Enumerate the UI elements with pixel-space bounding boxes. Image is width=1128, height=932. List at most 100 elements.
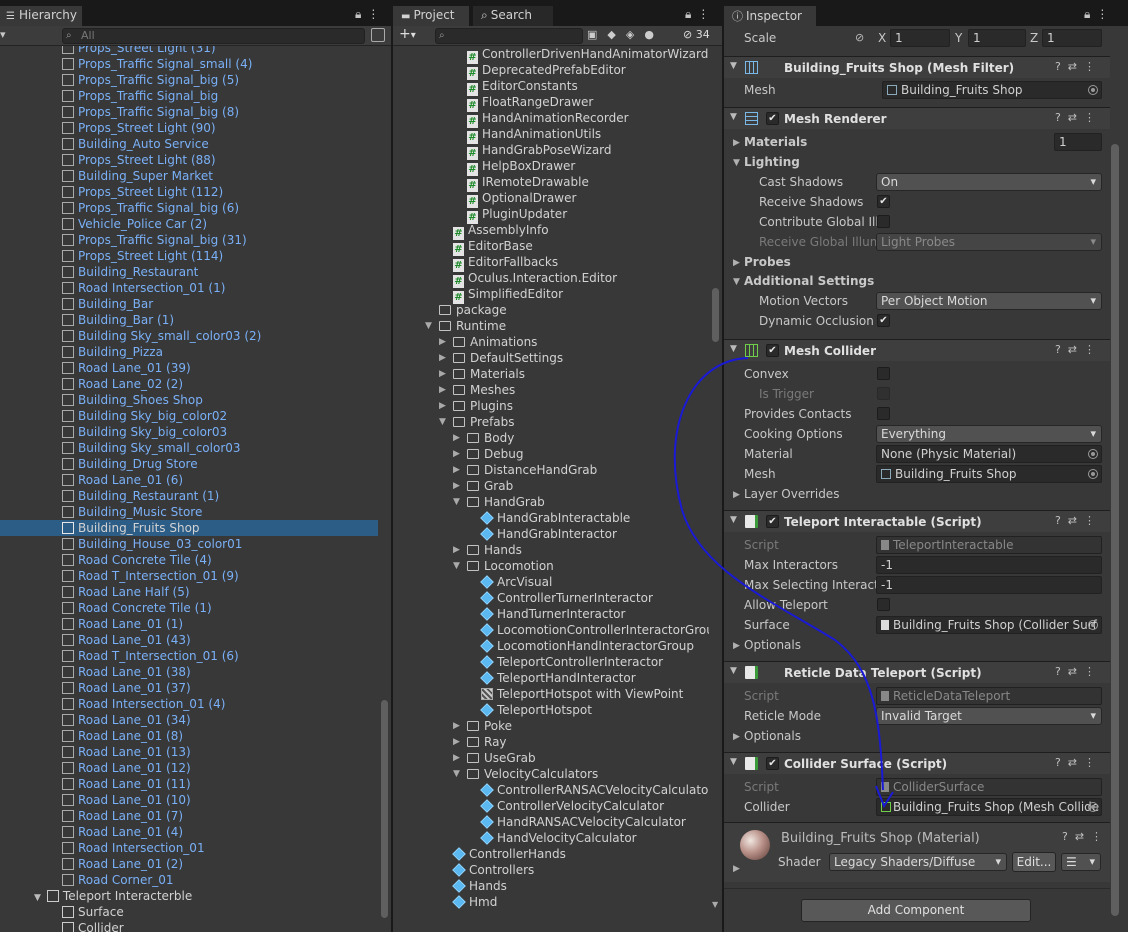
project-item[interactable]: ▶ Plugins bbox=[393, 398, 709, 414]
hierarchy-item[interactable]: Road Lane_01 (38) bbox=[0, 664, 378, 680]
component-actions[interactable]: ?⇄⋮ bbox=[1055, 343, 1102, 356]
collapse-arrow-icon[interactable]: ▼ bbox=[730, 344, 737, 354]
hierarchy-item[interactable]: Road Lane_01 (43) bbox=[0, 632, 378, 648]
expand-arrow-icon[interactable]: ▶ bbox=[453, 734, 460, 750]
hierarchy-item[interactable]: Road Lane_01 (11) bbox=[0, 776, 378, 792]
hierarchy-item[interactable]: Building_Fruits Shop bbox=[0, 520, 378, 536]
scale-x-field[interactable]: 1 bbox=[890, 29, 950, 47]
inspector-scrollbar[interactable] bbox=[1111, 144, 1119, 916]
more-icon[interactable]: ⋮ bbox=[697, 7, 715, 21]
lock-icon[interactable]: 🔒︎ bbox=[1084, 7, 1096, 21]
hierarchy-item[interactable]: Building_Restaurant bbox=[0, 264, 378, 280]
alert-icon[interactable]: ● bbox=[644, 28, 664, 41]
hierarchy-item[interactable]: Props_Traffic Signal_big (5) bbox=[0, 72, 378, 88]
hierarchy-item[interactable]: Building Sky_big_color02 bbox=[0, 408, 378, 424]
project-item[interactable]: ▼ Prefabs bbox=[393, 414, 709, 430]
cooking-options-dropdown[interactable]: Everything bbox=[876, 425, 1102, 443]
project-item[interactable]: # EditorBase bbox=[393, 238, 709, 256]
project-item[interactable]: ArcVisual bbox=[393, 574, 709, 590]
component-actions[interactable]: ?⇄⋮ bbox=[1055, 756, 1102, 769]
hierarchy-item[interactable]: Props_Street Light (90) bbox=[0, 120, 378, 136]
expand-arrow-icon[interactable]: ▶ bbox=[453, 430, 460, 446]
hierarchy-item[interactable]: Road Intersection_01 (1) bbox=[0, 280, 378, 296]
project-item[interactable]: # DeprecatedPrefabEditor bbox=[393, 62, 709, 80]
physic-material-field[interactable]: None (Physic Material) bbox=[876, 445, 1102, 463]
hierarchy-item[interactable]: Road Lane_01 (7) bbox=[0, 808, 378, 824]
hierarchy-item[interactable]: Props_Street Light (31) bbox=[0, 46, 378, 56]
hierarchy-item[interactable]: Road Lane_01 (4) bbox=[0, 824, 378, 840]
project-item[interactable]: # FloatRangeDrawer bbox=[393, 94, 709, 112]
expand-arrow-icon[interactable]: ▶ bbox=[733, 864, 740, 874]
hierarchy-item[interactable]: Props_Traffic Signal_big (6) bbox=[0, 200, 378, 216]
enable-checkbox[interactable]: ✔ bbox=[766, 757, 779, 770]
max-interactors-field[interactable]: -1 bbox=[876, 556, 1102, 574]
project-item[interactable]: ControllerRANSACVelocityCalculator bbox=[393, 782, 709, 798]
collapse-arrow-icon[interactable]: ▼ bbox=[439, 414, 446, 430]
project-item[interactable]: # Oculus.Interaction.Editor bbox=[393, 270, 709, 288]
hierarchy-item[interactable]: Road Lane_01 (10) bbox=[0, 792, 378, 808]
expand-arrow-icon[interactable]: ▶ bbox=[733, 641, 740, 651]
project-item[interactable]: TeleportHotspot bbox=[393, 702, 709, 718]
hierarchy-item[interactable]: Road Lane_01 (2) bbox=[0, 856, 378, 872]
component-actions[interactable]: ?⇄⋮ bbox=[1055, 60, 1102, 73]
collapse-arrow-icon[interactable]: ▼ bbox=[453, 494, 460, 510]
expand-arrow-icon[interactable]: ▶ bbox=[453, 750, 460, 766]
hierarchy-item[interactable]: Road Lane_01 (1) bbox=[0, 616, 378, 632]
project-item[interactable]: ▶ Poke bbox=[393, 718, 709, 734]
expand-arrow-icon[interactable]: ▶ bbox=[439, 398, 446, 414]
mesh-collider-header[interactable]: ▼ ✔ Mesh Collider ?⇄⋮ bbox=[724, 339, 1110, 361]
receive-shadows-checkbox[interactable]: ✔ bbox=[877, 195, 890, 208]
scene-search-icon[interactable] bbox=[371, 28, 385, 42]
lock-icon[interactable]: 🔒︎ bbox=[355, 7, 367, 21]
hierarchy-item[interactable]: Collider bbox=[0, 920, 124, 932]
project-item[interactable]: # HelpBoxDrawer bbox=[393, 158, 709, 176]
shader-options-dropdown[interactable]: ☰ bbox=[1061, 853, 1101, 871]
reticle-data-teleport-header[interactable]: ▼ Reticle Data Teleport (Script) ?⇄⋮ bbox=[724, 661, 1110, 683]
shader-edit-button[interactable]: Edit... bbox=[1012, 852, 1056, 872]
object-picker-icon[interactable] bbox=[1088, 449, 1098, 459]
collapse-arrow-icon[interactable]: ▼ bbox=[425, 318, 432, 334]
hierarchy-item[interactable]: Road T_Intersection_01 (9) bbox=[0, 568, 378, 584]
project-item[interactable]: ▼ Locomotion bbox=[393, 558, 709, 574]
expand-arrow-icon[interactable]: ▶ bbox=[439, 334, 446, 350]
shader-dropdown[interactable]: Legacy Shaders/Diffuse bbox=[829, 853, 1007, 871]
object-picker-icon[interactable] bbox=[1088, 802, 1098, 812]
hierarchy-item[interactable]: Road Lane_01 (6) bbox=[0, 472, 378, 488]
project-item[interactable]: ▶ Hands bbox=[393, 542, 709, 558]
tab-project[interactable]: ▬ Project bbox=[393, 6, 469, 26]
more-icon[interactable]: ⋮ bbox=[367, 7, 385, 21]
collapse-arrow-icon[interactable]: ▼ bbox=[730, 666, 737, 676]
scale-y-field[interactable]: 1 bbox=[968, 29, 1026, 47]
hierarchy-item[interactable]: Road Intersection_01 (4) bbox=[0, 696, 378, 712]
mesh-filter-header[interactable]: ▼ Building_Fruits Shop (Mesh Filter) ?⇄⋮ bbox=[724, 56, 1110, 78]
project-item[interactable]: ▶ Body bbox=[393, 430, 709, 446]
hierarchy-item[interactable]: Road Lane_01 (34) bbox=[0, 712, 378, 728]
hierarchy-item[interactable]: Road Lane_01 (12) bbox=[0, 760, 378, 776]
expand-arrow-icon[interactable]: ▶ bbox=[453, 542, 460, 558]
project-item[interactable]: # HandAnimationRecorder bbox=[393, 110, 709, 128]
search-by-type-icon[interactable]: ▣ bbox=[587, 28, 607, 41]
hidden-packages-toggle[interactable]: ⊘ 34 bbox=[683, 28, 710, 41]
hierarchy-item[interactable]: Road Lane Half (5) bbox=[0, 584, 378, 600]
project-search-input[interactable]: ⌕ bbox=[435, 28, 583, 44]
project-item[interactable]: # SimplifiedEditor bbox=[393, 286, 709, 304]
hierarchy-item[interactable]: Road Lane_01 (8) bbox=[0, 728, 378, 744]
project-item[interactable]: LocomotionControllerInteractorGroup bbox=[393, 622, 709, 638]
expand-arrow-icon[interactable]: ▶ bbox=[453, 478, 460, 494]
project-item[interactable]: HandGrabInteractable bbox=[393, 510, 709, 526]
collider-surface-header[interactable]: ▼ ✔ Collider Surface (Script) ?⇄⋮ bbox=[724, 752, 1110, 774]
project-item[interactable]: ControllerHands bbox=[393, 846, 709, 862]
convex-checkbox[interactable] bbox=[877, 367, 890, 380]
collapse-arrow-icon[interactable]: ▼ bbox=[730, 515, 737, 525]
hierarchy-item[interactable]: Road Lane_02 (2) bbox=[0, 376, 378, 392]
collider-mesh-field[interactable]: Building_Fruits Shop bbox=[876, 465, 1102, 483]
tab-search[interactable]: ⌕ Search bbox=[473, 6, 553, 26]
hierarchy-item[interactable]: Road T_Intersection_01 (6) bbox=[0, 648, 378, 664]
expand-arrow-icon[interactable]: ▶ bbox=[453, 462, 460, 478]
hierarchy-item[interactable]: Surface bbox=[0, 904, 124, 920]
project-item[interactable]: ▶ Meshes bbox=[393, 382, 709, 398]
hierarchy-item[interactable]: Road Concrete Tile (4) bbox=[0, 552, 378, 568]
expand-arrow-icon[interactable]: ▶ bbox=[453, 718, 460, 734]
expand-arrow-icon[interactable]: ▶ bbox=[733, 490, 740, 500]
max-selecting-field[interactable]: -1 bbox=[876, 576, 1102, 594]
